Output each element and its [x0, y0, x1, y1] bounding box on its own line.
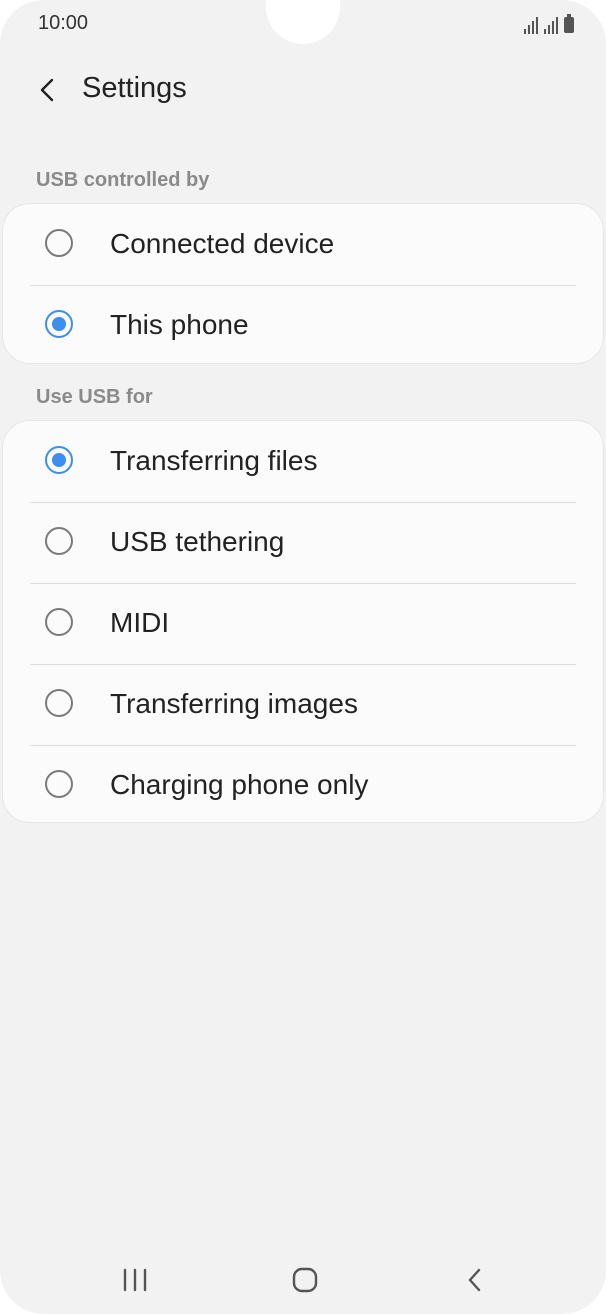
option-label: Transferring images — [110, 688, 358, 719]
battery-icon — [564, 14, 574, 33]
recents-button[interactable] — [100, 1250, 170, 1310]
section-label-usb-controlled-by: USB controlled by — [36, 169, 210, 191]
back-button[interactable] — [28, 70, 68, 110]
app-header: Settings — [0, 62, 606, 118]
radio-button-selected[interactable] — [45, 310, 73, 338]
radio-button[interactable] — [45, 689, 73, 717]
radio-button[interactable] — [45, 608, 73, 636]
navigation-bar — [0, 1250, 606, 1310]
radio-button[interactable] — [45, 229, 73, 257]
recents-icon — [123, 1268, 147, 1292]
option-label: Connected device — [110, 228, 335, 259]
radio-button[interactable] — [45, 770, 73, 798]
option-usb-tethering[interactable]: USB tethering — [3, 502, 603, 583]
section-label-use-usb-for: Use USB for — [36, 386, 153, 408]
status-time: 10:00 — [38, 12, 89, 34]
option-connected-device[interactable]: Connected device — [3, 204, 603, 285]
chevron-left-icon — [40, 78, 54, 102]
option-charging-phone-only[interactable]: Charging phone only — [3, 745, 603, 826]
signal-icon — [544, 16, 558, 34]
option-label: MIDI — [110, 607, 170, 638]
option-label: Transferring files — [110, 445, 318, 476]
option-transferring-files[interactable]: Transferring files — [3, 421, 603, 502]
back-nav-button[interactable] — [440, 1250, 510, 1310]
status-bar: 10:00 — [0, 0, 606, 50]
option-label: This phone — [110, 309, 249, 340]
option-label: Charging phone only — [110, 769, 369, 800]
option-this-phone[interactable]: This phone — [3, 285, 603, 366]
radio-button-selected[interactable] — [45, 446, 73, 474]
home-icon — [292, 1267, 318, 1293]
use-usb-for-card: Transferring files USB tethering MIDI Tr… — [2, 420, 604, 823]
signal-icon — [524, 16, 538, 34]
status-icons — [524, 12, 574, 34]
phone-screen: 10:00 Settings USB controlled by Connect… — [0, 0, 606, 1314]
option-transferring-images[interactable]: Transferring images — [3, 664, 603, 745]
camera-notch — [266, 0, 340, 44]
radio-button[interactable] — [45, 527, 73, 555]
home-button[interactable] — [270, 1250, 340, 1310]
usb-controlled-by-card: Connected device This phone — [2, 203, 604, 364]
back-icon — [468, 1268, 481, 1292]
option-label: USB tethering — [110, 526, 285, 557]
option-midi[interactable]: MIDI — [3, 583, 603, 664]
page-title: Settings — [82, 72, 187, 104]
